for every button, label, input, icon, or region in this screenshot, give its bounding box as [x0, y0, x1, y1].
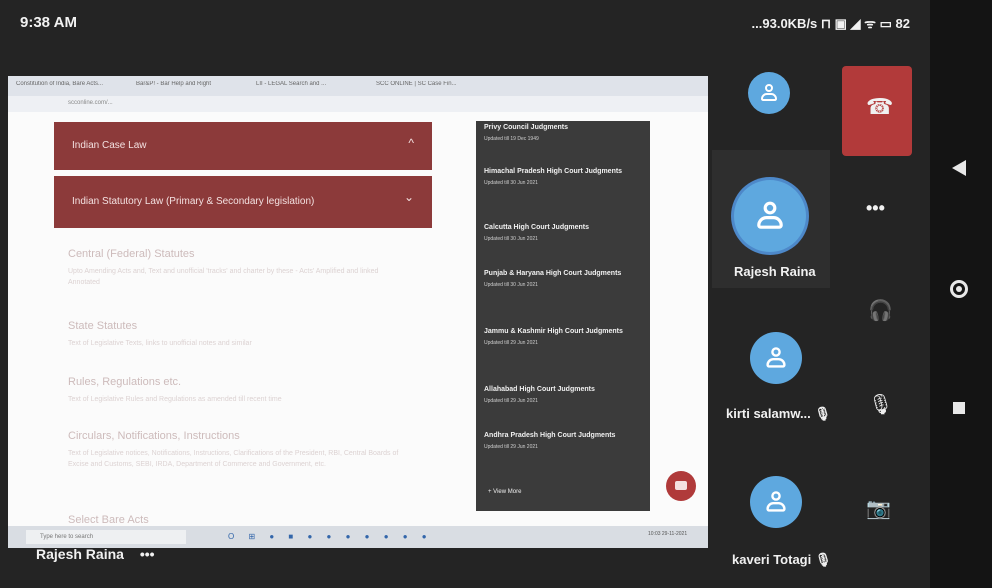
section-rules[interactable]: Rules, Regulations etc. Text of Legislat… — [68, 376, 408, 405]
section-bare-acts[interactable]: Select Bare Acts — [68, 514, 149, 526]
status-bar: 9:38 AM ...93.0KB/s ⊓ ▣ ◢ ᯤ ▭ 82 — [0, 0, 930, 40]
audio-button[interactable]: 🎧 — [842, 278, 912, 348]
section-central-statutes[interactable]: Central (Federal) Statutes Upto Amending… — [68, 248, 408, 288]
home-icon[interactable] — [950, 280, 968, 298]
section-desc: Text of Legislative notices, Notificatio… — [68, 450, 399, 468]
taskbar-app-icons[interactable]: O ⊞ ● ■ ● ● ● ● ● ● ● — [228, 532, 433, 541]
url-text: scconline.com/... — [68, 100, 113, 106]
shared-screen: Constitution of India, Bare Acts... Bar&… — [8, 76, 708, 548]
windows-taskbar: Type here to search O ⊞ ● ■ ● ● ● ● ● ● … — [8, 526, 708, 548]
judgment-updated: Updated till 19 Dec 1949 — [484, 136, 539, 142]
section-title: Select Bare Acts — [68, 514, 149, 526]
end-call-button[interactable]: ☎ — [842, 66, 912, 156]
judgment-item[interactable]: Punjab & Haryana High Court Judgments Up… — [484, 269, 642, 288]
mic-off-icon: 🎙 — [868, 394, 894, 416]
participant-tile-active[interactable]: Rajesh Raina — [712, 150, 830, 288]
judgment-updated: Updated till 30 Jun 2021 — [484, 236, 538, 242]
taskbar-search[interactable]: Type here to search — [26, 530, 186, 544]
back-icon[interactable] — [952, 160, 966, 176]
more-icon: ••• — [866, 198, 885, 218]
person-icon — [766, 491, 786, 513]
avatar — [750, 332, 802, 384]
judgments-panel: Privy Council Judgments Updated till 19 … — [476, 121, 650, 511]
judgment-updated: Updated till 29 Jun 2021 — [484, 340, 538, 346]
section-desc: Text of Legislative Rules and Regulation… — [68, 396, 282, 403]
chat-icon[interactable] — [666, 471, 696, 501]
person-icon — [761, 84, 777, 102]
avatar — [750, 476, 802, 528]
browser-tab-bar: Constitution of India, Bare Acts... Bar&… — [8, 76, 708, 96]
participant-tile[interactable]: kirti salamw... 🎙 — [720, 320, 831, 440]
judgment-name: Andhra Pradesh High Court Judgments — [484, 432, 616, 439]
screen-sharer-label: Rajesh Raina ••• — [36, 546, 155, 562]
judgment-name: Jammu & Kashmir High Court Judgments — [484, 328, 623, 335]
participant-name: kirti salamw... 🎙 — [726, 406, 831, 421]
section-circulars[interactable]: Circulars, Notifications, Instructions T… — [68, 430, 408, 470]
avatar — [748, 72, 790, 114]
camera-button[interactable]: 📷 — [842, 474, 912, 544]
view-more-link[interactable]: + View More — [488, 489, 521, 495]
judgment-item[interactable]: Andhra Pradesh High Court Judgments Upda… — [484, 431, 642, 450]
headset-icon: 🎧 — [868, 300, 893, 322]
section-title: Central (Federal) Statutes — [68, 248, 195, 260]
judgment-updated: Updated till 30 Jun 2021 — [484, 282, 538, 288]
judgment-name: Privy Council Judgments — [484, 124, 569, 131]
browser-tab[interactable]: Bar&P! - Bar Help and Right — [136, 81, 246, 92]
person-icon — [757, 201, 783, 231]
more-options-button[interactable]: ••• — [842, 178, 912, 248]
accordion-indian-statutory-law[interactable]: Indian Statutory Law (Primary & Secondar… — [54, 176, 432, 228]
section-desc: Text of Legislative Texts, links to unof… — [68, 340, 252, 347]
address-bar[interactable]: scconline.com/... — [8, 96, 708, 112]
camera-off-icon: 📷 — [866, 498, 891, 520]
status-time: 9:38 AM — [20, 14, 77, 31]
accordion-label: Indian Statutory Law (Primary & Secondar… — [72, 196, 315, 207]
participant-tile[interactable]: kaveri Totagi 🎙 — [720, 466, 832, 576]
judgment-item[interactable]: Allahabad High Court Judgments Updated t… — [484, 385, 642, 404]
mute-mic-button[interactable]: 🎙 — [842, 372, 912, 442]
section-state-statutes[interactable]: State Statutes Text of Legislative Texts… — [68, 320, 408, 349]
phone-screen: 9:38 AM ...93.0KB/s ⊓ ▣ ◢ ᯤ ▭ 82 Constit… — [0, 0, 992, 588]
judgment-updated: Updated till 30 Jun 2021 — [484, 180, 538, 186]
section-title: Rules, Regulations etc. — [68, 376, 182, 388]
section-desc: Upto Amending Acts and, Text and unoffic… — [68, 268, 379, 286]
participant-tile[interactable] — [720, 60, 830, 150]
recent-apps-icon[interactable] — [953, 402, 965, 414]
judgment-name: Himachal Pradesh High Court Judgments — [484, 168, 623, 175]
chevron-down-icon: ⌄ — [403, 190, 414, 204]
avatar — [734, 180, 806, 252]
judgment-item[interactable]: Himachal Pradesh High Court Judgments Up… — [484, 167, 642, 186]
sharer-more-icon[interactable]: ••• — [140, 546, 155, 562]
chevron-up-icon: ^ — [408, 136, 414, 150]
judgment-updated: Updated till 29 Jun 2021 — [484, 398, 538, 404]
sharer-name: Rajesh Raina — [36, 546, 124, 562]
judgment-name: Calcutta High Court Judgments — [484, 224, 590, 231]
browser-tab[interactable]: LII - LEGAL Search and ... — [256, 81, 366, 92]
judgment-item[interactable]: Jammu & Kashmir High Court Judgments Upd… — [484, 327, 642, 346]
participant-name: kaveri Totagi 🎙 — [732, 552, 832, 567]
accordion-indian-case-law[interactable]: Indian Case Law ^ — [54, 122, 432, 170]
judgment-item[interactable]: Privy Council Judgments Updated till 19 … — [484, 123, 642, 142]
taskbar-clock: 10:03 29-11-2021 — [648, 531, 688, 537]
judgment-name: Punjab & Haryana High Court Judgments — [484, 270, 622, 277]
status-icons: ...93.0KB/s ⊓ ▣ ◢ ᯤ ▭ 82 — [751, 16, 910, 31]
browser-tab[interactable]: Constitution of India, Bare Acts... — [16, 81, 126, 92]
section-title: State Statutes — [68, 320, 138, 332]
participant-name: Rajesh Raina — [734, 264, 816, 279]
section-title: Circulars, Notifications, Instructions — [68, 430, 240, 442]
browser-tab[interactable]: SCC ONLINE | SC Case Fin... — [376, 81, 496, 92]
accordion-label: Indian Case Law — [72, 140, 147, 151]
hang-up-icon: ☎ — [866, 94, 894, 119]
judgment-item[interactable]: Calcutta High Court Judgments Updated ti… — [484, 223, 642, 242]
android-nav-bar — [930, 0, 992, 588]
judgment-name: Allahabad High Court Judgments — [484, 386, 595, 393]
person-icon — [766, 347, 786, 369]
judgment-updated: Updated till 29 Jun 2021 — [484, 444, 538, 450]
